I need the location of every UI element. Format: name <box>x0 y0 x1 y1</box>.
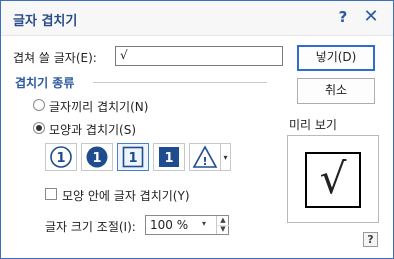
preview-glyph: √ <box>305 152 361 208</box>
close-icon[interactable]: ✕ <box>361 6 381 28</box>
svg-text:1: 1 <box>92 151 101 166</box>
size-adjust-value[interactable]: 100 % <box>150 218 188 232</box>
svg-text:!: ! <box>202 155 207 168</box>
triangle-icon[interactable]: ! <box>189 143 221 171</box>
cancel-button[interactable]: 취소 <box>297 78 375 104</box>
overlap-chars-input[interactable]: √ <box>115 46 283 66</box>
title-bar: 글자 겹치기 ? ✕ <box>1 1 393 36</box>
radio-shape-overlap-label[interactable]: 모양과 겹치기(S) <box>49 121 136 138</box>
size-adjust-label: 글자 크기 조절(I): <box>45 220 136 234</box>
overlap-chars-dialog: 글자 겹치기 ? ✕ 겹쳐 쓸 글자(E): √ 넣기(D) 취소 겹치기 종류… <box>0 0 394 259</box>
overlap-kind-title: 겹치기 종류 <box>15 76 75 90</box>
preview-label: 미리 보기 <box>289 118 337 132</box>
overlap-chars-label: 겹쳐 쓸 글자(E): <box>13 51 97 65</box>
radio-chars-overlap[interactable] <box>33 99 45 111</box>
section-divider <box>93 82 267 83</box>
radio-chars-overlap-label[interactable]: 글자끼리 겹치기(N) <box>49 98 148 115</box>
inside-shape-checkbox[interactable] <box>45 188 57 200</box>
square-outline-icon[interactable]: 1 <box>117 143 149 171</box>
shape-dropdown-arrow-icon[interactable]: ▾ <box>221 143 231 171</box>
svg-text:1: 1 <box>128 151 137 166</box>
circle-filled-icon[interactable]: 1 <box>81 143 113 171</box>
spin-down-arrow-icon[interactable]: ▼ <box>217 225 229 234</box>
spin-buttons: ▲ ▼ <box>216 216 229 234</box>
size-dropdown-arrow-icon[interactable]: ▾ <box>202 219 206 228</box>
inside-shape-checkbox-label[interactable]: 모양 안에 글자 겹치기(Y) <box>62 187 190 204</box>
insert-button[interactable]: 넣기(D) <box>297 45 375 71</box>
context-help-icon[interactable]: ? <box>363 232 378 247</box>
square-filled-icon[interactable]: 1 <box>153 143 185 171</box>
svg-text:1: 1 <box>56 151 65 166</box>
radio-shape-overlap[interactable] <box>33 122 45 134</box>
preview-panel: √ <box>287 135 379 223</box>
dialog-title: 글자 겹치기 <box>13 14 78 29</box>
help-icon[interactable]: ? <box>335 8 351 26</box>
circle-outline-icon[interactable]: 1 <box>45 143 77 171</box>
svg-text:1: 1 <box>164 151 173 166</box>
size-adjust-spinner[interactable]: 100 % ▾ ▲ ▼ <box>145 215 229 235</box>
